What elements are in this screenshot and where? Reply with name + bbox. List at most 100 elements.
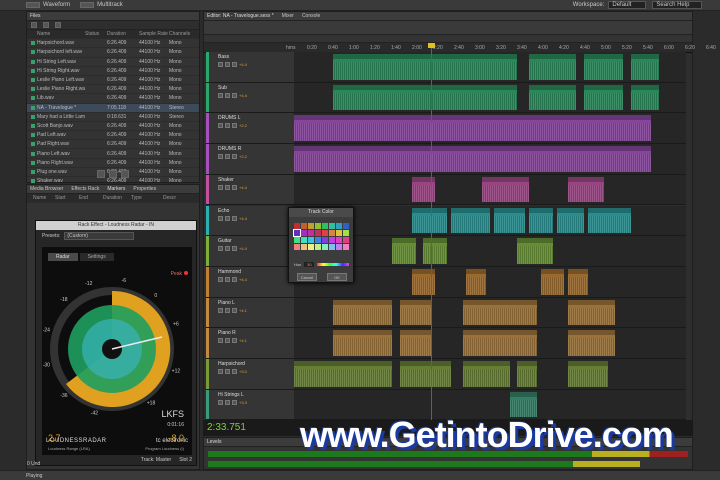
file-row[interactable]: Pad Left.wav 6:26.409 44100 Hz Mono xyxy=(27,131,199,141)
tab-editor[interactable]: Editor: NA - Travelogue.sesx * xyxy=(207,13,274,19)
mute-icon[interactable] xyxy=(218,307,223,313)
file-row[interactable]: Harpsichord left.wav 6:26.409 44100 Hz Mono xyxy=(27,48,199,58)
file-row[interactable]: Scott Banjo.wav 6:26.409 44100 Hz Mono xyxy=(27,122,199,132)
tab-waveform[interactable]: Waveform xyxy=(26,2,70,8)
audio-clip[interactable]: Echo xyxy=(529,207,553,234)
color-swatch[interactable] xyxy=(329,244,335,250)
audio-clip[interactable]: Piano Right xyxy=(568,330,616,356)
audio-clip[interactable]: Piano Left xyxy=(333,299,392,326)
loop-icon[interactable] xyxy=(109,170,117,178)
mute-icon[interactable] xyxy=(218,276,223,282)
track-lane[interactable]: Harpsichord Harpsichord Harpsichord Harpsic… xyxy=(294,359,686,390)
audio-clip[interactable]: Echo xyxy=(588,207,632,234)
overview-bar[interactable] xyxy=(204,21,692,35)
record-icon[interactable] xyxy=(232,154,237,160)
solo-icon[interactable] xyxy=(225,123,230,129)
track-lane[interactable]: Piano Left Piano Left Piano Left Piano Left xyxy=(294,297,686,329)
track-header[interactable]: Hi Strings L +3.3 xyxy=(206,389,294,421)
track-header[interactable]: Shaker +4.4 xyxy=(206,174,294,206)
audio-clip[interactable]: Piano Right xyxy=(333,330,392,356)
col-channels[interactable]: Channels xyxy=(169,31,197,37)
audio-clip[interactable]: Sub xyxy=(333,84,518,111)
hue-value[interactable]: 30 xyxy=(304,262,315,267)
tab-settings[interactable]: Settings xyxy=(79,253,114,261)
color-swatch[interactable] xyxy=(315,244,321,250)
tab-media-browser[interactable]: Media Browser xyxy=(30,186,63,192)
track-name[interactable]: Piano R xyxy=(218,330,236,336)
audio-clip[interactable]: Piano Right xyxy=(399,330,432,356)
color-swatch[interactable] xyxy=(343,244,349,250)
track-header[interactable]: DRUMS L +2.2 xyxy=(206,113,294,145)
col-name[interactable]: Name xyxy=(27,31,85,37)
audio-clip[interactable]: Harpsichord xyxy=(568,361,608,387)
audio-clip[interactable]: Volume xyxy=(631,54,659,80)
track-header[interactable]: DRUMS R +2.2 xyxy=(206,144,294,175)
record-icon[interactable] xyxy=(232,399,237,405)
color-swatch[interactable] xyxy=(308,237,314,243)
color-swatch[interactable] xyxy=(343,237,349,243)
markers-col-duration[interactable]: Duration xyxy=(103,195,131,201)
mute-icon[interactable] xyxy=(218,123,223,129)
track-header[interactable]: Echo +4.4 xyxy=(206,205,294,237)
track-name[interactable]: Harpsichord xyxy=(218,361,245,367)
audio-clip[interactable]: Guitar xyxy=(517,238,553,264)
track-volume[interactable]: +4.4 xyxy=(239,93,253,98)
tab-properties[interactable]: Properties xyxy=(133,186,156,192)
play-icon[interactable] xyxy=(97,170,105,178)
audio-clip[interactable]: Piano Left xyxy=(462,299,538,326)
markers-col-end[interactable]: End xyxy=(79,195,103,201)
track-color-bar[interactable] xyxy=(206,205,209,236)
solo-icon[interactable] xyxy=(225,338,230,344)
mute-icon[interactable] xyxy=(218,154,223,160)
record-icon[interactable] xyxy=(232,92,237,98)
track-name[interactable]: DRUMS R xyxy=(218,146,241,152)
color-swatch[interactable] xyxy=(322,237,328,243)
tab-markers[interactable]: Markers xyxy=(107,186,125,192)
track-color-bar[interactable] xyxy=(206,359,209,389)
track-lane[interactable]: Sub Volume Volume Volume xyxy=(294,82,686,114)
solo-icon[interactable] xyxy=(225,399,230,405)
file-row[interactable]: Piano Right.wav 6:26.409 44100 Hz Mono xyxy=(27,159,199,168)
color-swatch[interactable] xyxy=(308,244,314,250)
color-swatch[interactable] xyxy=(343,230,349,236)
audio-clip[interactable]: Harpsicho xyxy=(517,361,538,387)
audio-clip[interactable]: Volume xyxy=(529,54,577,80)
tab-effects-rack[interactable]: Effects Rack xyxy=(71,186,99,192)
solo-icon[interactable] xyxy=(225,369,230,374)
file-row[interactable]: NA - Travelogue * 7:05.118 44100 Hz Stereo xyxy=(27,103,199,113)
audio-clip[interactable]: Harpsichord xyxy=(462,361,510,387)
record-icon[interactable] xyxy=(232,123,237,129)
audio-clip[interactable]: Shaker xyxy=(482,176,530,203)
track-header[interactable]: Hammond +4.4 xyxy=(206,266,294,298)
color-swatch[interactable] xyxy=(343,223,349,229)
import-icon[interactable] xyxy=(43,22,49,28)
folder-icon[interactable] xyxy=(31,22,37,28)
record-icon[interactable] xyxy=(232,215,237,221)
color-swatch[interactable] xyxy=(301,237,307,243)
record-icon[interactable] xyxy=(232,369,237,374)
audio-clip[interactable]: Hammond xyxy=(568,268,588,295)
file-row[interactable]: Leslie Piano Right.wav 6:26.409 44100 Hz Mo… xyxy=(27,85,199,95)
track-color-bar[interactable] xyxy=(206,144,209,174)
color-swatch[interactable] xyxy=(301,244,307,250)
color-swatch[interactable] xyxy=(329,230,335,236)
solo-icon[interactable] xyxy=(225,215,230,221)
track-header[interactable]: Harpsichord +3.0 xyxy=(206,359,294,390)
audio-clip[interactable]: Echo xyxy=(556,207,585,234)
color-swatch[interactable] xyxy=(336,223,342,229)
track-lane[interactable]: Bass Volume Volume Volume xyxy=(294,52,686,83)
col-duration[interactable]: Duration xyxy=(107,31,139,37)
track-name[interactable]: Hammond xyxy=(218,269,241,275)
playhead[interactable] xyxy=(431,44,432,436)
track-volume[interactable]: +4.4 xyxy=(239,277,253,282)
track-volume[interactable]: +2.2 xyxy=(239,123,253,128)
audio-clip[interactable]: Piano Right xyxy=(462,330,538,356)
audio-clip[interactable]: Shaker xyxy=(568,176,604,203)
mute-icon[interactable] xyxy=(218,369,223,374)
track-header[interactable]: Piano L +4.1 xyxy=(206,297,294,329)
audio-clip[interactable]: Volume xyxy=(529,84,577,111)
track-volume[interactable]: +4.1 xyxy=(239,308,253,313)
audio-clip[interactable]: Harpsichord xyxy=(294,361,392,387)
audio-clip[interactable]: Volume xyxy=(631,84,659,111)
audio-clip[interactable]: Bass xyxy=(333,54,518,80)
